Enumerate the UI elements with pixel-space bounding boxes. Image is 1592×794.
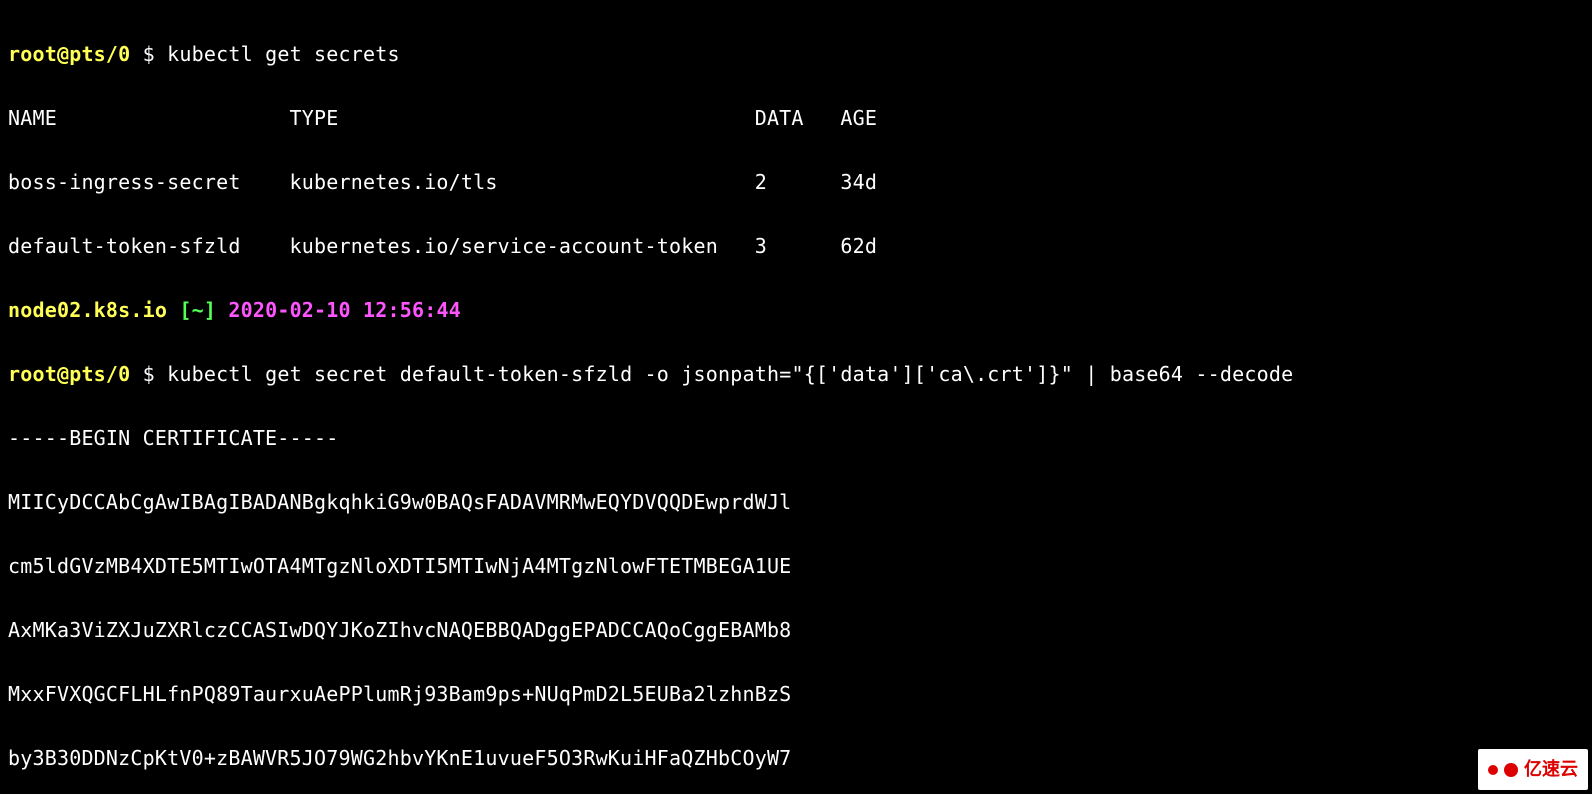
status-time: 2020-02-10 12:56:44	[228, 298, 461, 322]
cert-line: by3B30DDNzCpKtV0+zBAWVR5JO79WG2hbvYKnE1u…	[8, 742, 1584, 774]
table-header: NAME TYPE DATA AGE	[8, 102, 1584, 134]
table-row: boss-ingress-secret kubernetes.io/tls 2 …	[8, 166, 1584, 198]
cert-line: AxMKa3ViZXJuZXRlczCCASIwDQYJKoZIhvcNAQEB…	[8, 614, 1584, 646]
cert-line: MIICyDCCAbCgAwIBAgIBADANBgkqhkiG9w0BAQsF…	[8, 486, 1584, 518]
status-line: node02.k8s.io [~] 2020-02-10 12:56:44	[8, 294, 1584, 326]
prompt-dollar: $	[130, 42, 167, 66]
status-cwd: [~]	[167, 298, 228, 322]
prompt-user-host: root@pts/0	[8, 42, 130, 66]
table-row: default-token-sfzld kubernetes.io/servic…	[8, 230, 1584, 262]
prompt-line-2: root@pts/0 $ kubectl get secret default-…	[8, 358, 1584, 390]
logo-dot-icon	[1504, 763, 1518, 777]
watermark-logo: 亿速云	[1478, 749, 1588, 790]
prompt-dollar: $	[130, 362, 167, 386]
prompt-line-1: root@pts/0 $ kubectl get secrets	[8, 38, 1584, 70]
cert-line: -----BEGIN CERTIFICATE-----	[8, 422, 1584, 454]
terminal[interactable]: root@pts/0 $ kubectl get secrets NAME TY…	[0, 0, 1592, 794]
cert-line: cm5ldGVzMB4XDTE5MTIwOTA4MTgzNloXDTI5MTIw…	[8, 550, 1584, 582]
logo-dot-icon	[1488, 765, 1498, 775]
cert-line: MxxFVXQGCFLHLfnPQ89TaurxuAePPlumRj93Bam9…	[8, 678, 1584, 710]
watermark-text: 亿速云	[1524, 755, 1578, 784]
status-host: node02.k8s.io	[8, 298, 167, 322]
prompt-user-host: root@pts/0	[8, 362, 130, 386]
command-2: kubectl get secret default-token-sfzld -…	[167, 362, 1293, 386]
command-1: kubectl get secrets	[167, 42, 400, 66]
